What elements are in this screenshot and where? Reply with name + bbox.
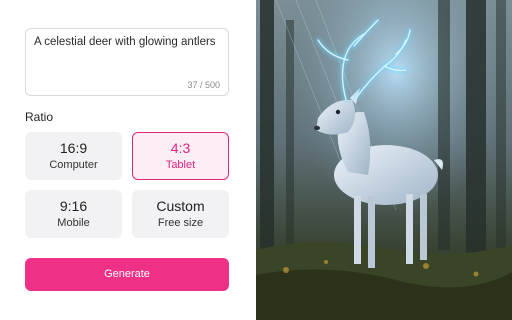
deer-illustration <box>256 0 512 320</box>
ratio-label: Ratio <box>25 110 54 124</box>
prompt-input[interactable]: A celestial deer with glowing antlers 37… <box>25 28 229 96</box>
generate-button[interactable]: Generate <box>25 258 229 291</box>
ratio-device: Mobile <box>57 217 90 229</box>
generated-image-preview <box>256 0 512 320</box>
ratio-option-9-16[interactable]: 9:16 Mobile <box>25 190 122 238</box>
ratio-device: Computer <box>49 159 98 171</box>
ratio-option-16-9[interactable]: 16:9 Computer <box>25 132 122 180</box>
ratio-value: 9:16 <box>59 198 88 214</box>
ratio-value: Custom <box>156 198 205 214</box>
ratio-option-custom[interactable]: Custom Free size <box>132 190 229 238</box>
ratio-value: 4:3 <box>170 140 191 156</box>
char-count: 37 / 500 <box>187 80 220 90</box>
ratio-device: Tablet <box>165 159 196 171</box>
ratio-device: Free size <box>157 217 204 229</box>
ratio-option-4-3[interactable]: 4:3 Tablet <box>132 132 229 180</box>
generator-panel: A celestial deer with glowing antlers 37… <box>0 0 256 320</box>
prompt-text[interactable]: A celestial deer with glowing antlers <box>34 35 220 49</box>
ratio-value: 16:9 <box>59 140 88 156</box>
